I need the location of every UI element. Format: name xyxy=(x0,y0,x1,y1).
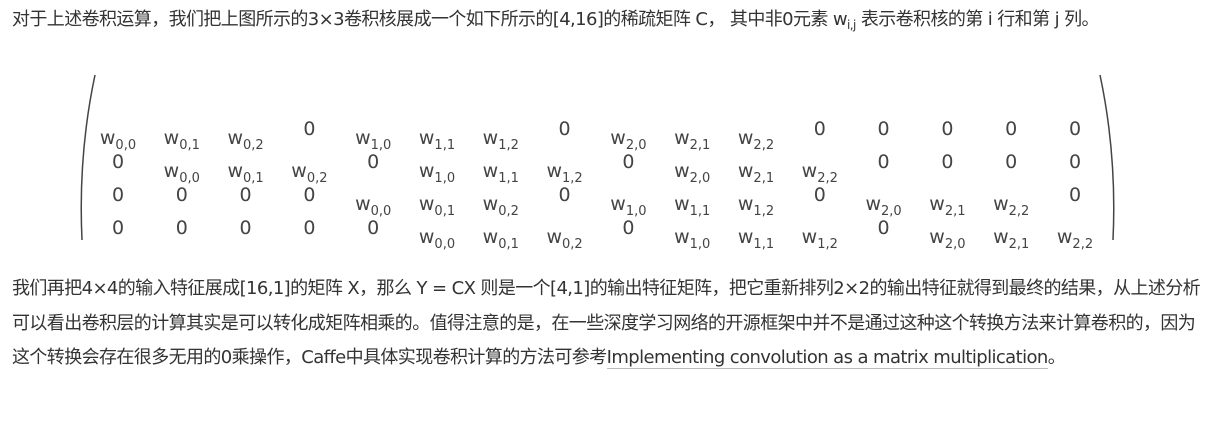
symbol-w: w xyxy=(832,9,848,30)
matrix-cell: w1,0 xyxy=(610,193,647,219)
matrix-cell: 0 xyxy=(558,118,571,140)
matrix-cell: w0,2 xyxy=(482,193,519,219)
matrix-cell: 0 xyxy=(622,217,635,239)
matrix-cell: 0 xyxy=(303,184,316,206)
matrix-cell: 0 xyxy=(877,118,890,140)
matrix-cell: w0,2 xyxy=(291,160,328,186)
matrix-cell: w0,1 xyxy=(482,226,519,252)
matrix-cell: w1,0 xyxy=(418,160,456,186)
matrix-cell: w2,1 xyxy=(993,226,1030,252)
matrix-cell: 0 xyxy=(1068,151,1082,173)
matrix-cell: w0,0 xyxy=(418,226,456,252)
matrix-cell: 0 xyxy=(367,217,380,239)
matrix-cell: 0 xyxy=(239,217,252,239)
matrix-cell: 0 xyxy=(813,184,826,206)
matrix-cell: 0 xyxy=(175,184,188,206)
matrix-cell: w0,1 xyxy=(163,127,200,153)
intro-text: 对于上述卷积运算，我们把上图所示的3×3卷积核展成一个如下所示的[4,16]的稀… xyxy=(12,9,833,30)
matrix-cell: w1,1 xyxy=(418,127,456,153)
matrix-cell: w0,1 xyxy=(418,193,456,219)
matrix-cell: w0,2 xyxy=(546,226,583,252)
matrix-cell: w2,2 xyxy=(993,193,1030,219)
matrix-cell: w2,1 xyxy=(737,160,775,186)
matrix-cell: 0 xyxy=(367,151,380,173)
matrix-cell: w1,2 xyxy=(801,226,838,252)
matrix-cell: 0 xyxy=(303,217,316,239)
matrix-cell: 0 xyxy=(111,184,125,206)
matrix-cell: w0,2 xyxy=(227,127,264,153)
matrix-cell: w2,1 xyxy=(929,193,966,219)
matrix-cell: 0 xyxy=(1005,118,1018,140)
matrix-cell: 0 xyxy=(622,151,635,173)
matrix-cell: w1,2 xyxy=(737,193,775,219)
reference-link[interactable]: Implementing convolution as a matrix mul… xyxy=(606,347,1048,369)
paragraph-intro: 对于上述卷积运算，我们把上图所示的3×3卷积核展成一个如下所示的[4,16]的稀… xyxy=(12,3,1207,43)
matrix-cell: 0 xyxy=(175,217,188,239)
matrix-cell: w2,2 xyxy=(737,127,775,153)
matrix-cell: 0 xyxy=(941,151,954,173)
matrix-cell: w2,0 xyxy=(674,160,711,186)
matrix-cell: w1,1 xyxy=(674,193,711,219)
matrix-cell: w1,0 xyxy=(674,226,711,252)
right-paren xyxy=(1099,74,1115,241)
matrix-cell: w1,2 xyxy=(546,160,583,186)
matrix-cell: w1,1 xyxy=(482,160,519,186)
matrix-cell: 0 xyxy=(877,151,890,173)
matrix-cell: 0 xyxy=(111,217,125,239)
matrix-cell: w0,1 xyxy=(227,160,264,186)
matrix-cell: w2,0 xyxy=(929,226,966,252)
matrix-cell: 0 xyxy=(111,151,125,173)
matrix-cell: w1,2 xyxy=(482,127,519,153)
symbol-subscript: i,j xyxy=(847,18,856,32)
matrix-cell: w2,1 xyxy=(674,127,711,153)
matrix-cell: 0 xyxy=(1005,151,1018,173)
matrix-cell: w2,2 xyxy=(801,160,838,186)
paragraph-explanation: 我们再把4×4的输入特征展成[16,1]的矩阵 X，那么 Y = CX 则是一个… xyxy=(12,272,1207,376)
matrix-cell: w1,1 xyxy=(737,226,775,252)
matrix-cell: w0,0 xyxy=(163,160,200,186)
matrix-cell: w0,0 xyxy=(99,127,137,153)
explanation-end: 。 xyxy=(1047,347,1066,368)
left-paren xyxy=(80,74,96,241)
matrix-cell: 0 xyxy=(813,118,826,140)
matrix-cell: w2,2 xyxy=(1056,226,1094,252)
matrix-cell: w0,0 xyxy=(355,193,392,219)
sparse-matrix-c: w0,0 w0,1 w0,2 0 w1,0 w1,1 w1,2 0 w2,0 w2,1 w2,2 0 0… xyxy=(0,70,1212,252)
matrix-cell: 0 xyxy=(941,118,954,140)
matrix-cell: 0 xyxy=(877,217,890,239)
matrix-cell: 0 xyxy=(1068,118,1082,140)
matrix-cell: w2,0 xyxy=(865,193,902,219)
matrix-cell: 0 xyxy=(558,184,571,206)
matrix-cell: 0 xyxy=(239,184,252,206)
matrix-cell: w2,0 xyxy=(610,127,647,153)
intro-text-end: 表示卷积核的第 i 行和第 j 列。 xyxy=(855,9,1100,30)
matrix-cell: 0 xyxy=(303,118,316,140)
matrix-cell: w1,0 xyxy=(355,127,392,153)
matrix-cell: 0 xyxy=(1068,184,1082,206)
